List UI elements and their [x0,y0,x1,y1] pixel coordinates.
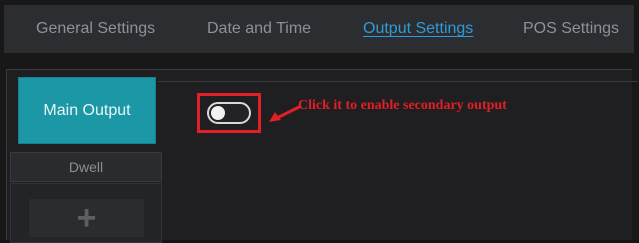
panel-divider [158,81,638,82]
toggle-knob [211,106,225,120]
tab-date-and-time[interactable]: Date and Time [207,5,311,53]
output-panel: Main Output Click it to enable secondary… [6,69,632,243]
settings-tab-bar: General Settings Date and Time Output Se… [4,5,634,53]
dwell-header: Dwell [10,152,162,182]
tab-pos-settings[interactable]: POS Settings [523,5,619,53]
secondary-output-toggle[interactable] [207,102,251,124]
output-settings-screen: General Settings Date and Time Output Se… [0,0,639,243]
tab-output-settings[interactable]: Output Settings [363,5,473,53]
toggle-highlight-box [197,93,261,133]
annotation-text: Click it to enable secondary output [298,98,507,113]
plus-icon: + [76,199,97,237]
dwell-list: + [10,183,162,243]
add-button[interactable]: + [29,199,144,237]
tab-general-settings[interactable]: General Settings [36,5,155,53]
main-output-button[interactable]: Main Output [18,77,156,144]
